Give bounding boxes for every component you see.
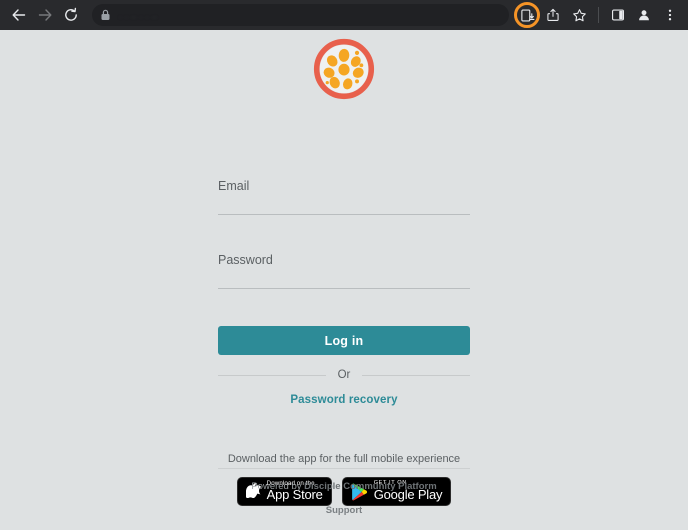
download-icon[interactable] (515, 3, 539, 27)
app-promo-text: Download the app for the full mobile exp… (227, 453, 461, 465)
or-divider: Or (218, 369, 470, 381)
browser-toolbar: . . .. . . .. (0, 0, 688, 30)
logo-container (0, 30, 688, 105)
password-field-group: Password (218, 252, 470, 289)
forward-button[interactable] (32, 2, 58, 28)
or-label: Or (337, 369, 351, 381)
support-link[interactable]: Support (326, 505, 362, 516)
powered-by-prefix: Powered by (251, 481, 305, 492)
share-icon[interactable] (541, 3, 565, 27)
toolbar-divider (598, 7, 599, 23)
password-label: Password (218, 253, 273, 267)
login-page: Email Password Log in Or Password recove… (0, 30, 688, 530)
powered-by-text: Powered by Disciple Community Platform (0, 481, 688, 492)
email-label: Email (218, 179, 250, 193)
divider-line-right (362, 374, 470, 376)
profile-avatar-icon[interactable] (632, 3, 656, 27)
password-recovery-link[interactable]: Password recovery (218, 394, 470, 406)
reload-button[interactable] (58, 2, 84, 28)
email-field-group: Email (218, 178, 470, 215)
back-button[interactable] (6, 2, 32, 28)
side-panel-icon[interactable] (606, 3, 630, 27)
address-bar[interactable]: . . .. . . .. (92, 4, 509, 26)
address-bar-url: . . .. . . .. (119, 9, 158, 21)
email-input[interactable] (218, 199, 470, 215)
login-form: Email Password Log in Or Password recove… (218, 178, 470, 506)
divider-line-left (218, 374, 326, 376)
password-input[interactable] (218, 273, 470, 289)
powered-by-brand: Disciple Community Platform (304, 481, 437, 492)
community-logo-icon (313, 38, 375, 105)
toolbar-actions (515, 3, 682, 27)
bookmark-star-icon[interactable] (567, 3, 591, 27)
lock-icon (100, 9, 111, 21)
more-menu-icon[interactable] (658, 3, 682, 27)
login-submit-button[interactable]: Log in (218, 326, 470, 355)
footer-divider (218, 468, 470, 469)
page-footer: Powered by Disciple Community Platform S… (0, 468, 688, 530)
